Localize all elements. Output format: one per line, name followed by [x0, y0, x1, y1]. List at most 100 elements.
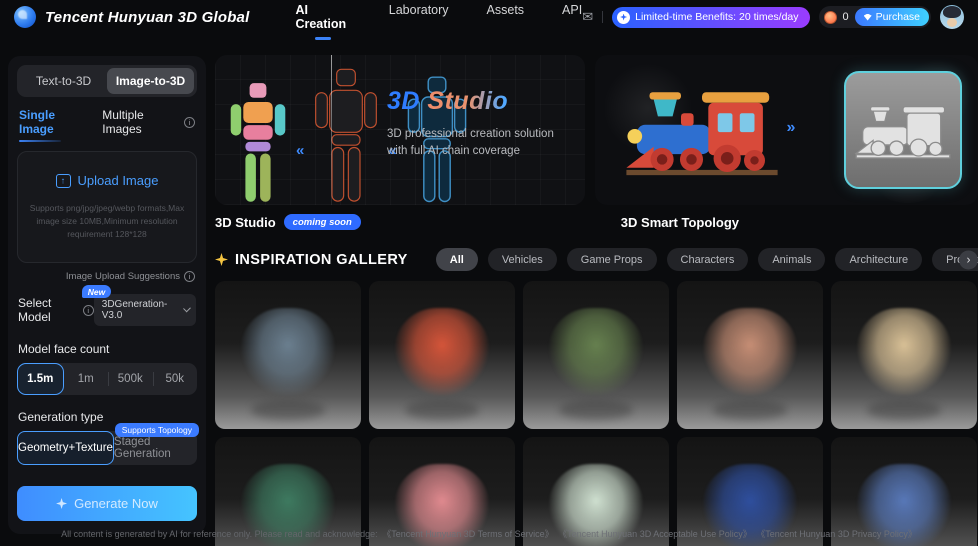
tab-multiple-images[interactable]: Multiple Images i	[102, 108, 195, 142]
supports-topology-badge: Supports Topology	[115, 423, 199, 437]
filter-animals[interactable]: Animals	[758, 248, 825, 271]
chevron-down-icon	[183, 305, 191, 313]
mail-icon[interactable]: ✉	[582, 9, 593, 25]
filter-vehicles[interactable]: Vehicles	[488, 248, 557, 271]
filter-characters[interactable]: Characters	[667, 248, 749, 271]
upload-hint: Supports png/jpg/jpeg/webp formats,Max i…	[26, 202, 188, 240]
select-model-label: Select Model i	[18, 296, 94, 324]
studio-banner-text: 3D Studio 3D professional creation solut…	[387, 87, 567, 159]
info-icon: i	[184, 271, 195, 282]
main-content: « «	[215, 55, 978, 546]
face-count-500k[interactable]: 500k	[108, 363, 153, 395]
divider	[331, 55, 332, 205]
upload-icon	[56, 174, 71, 188]
generation-type-selector: Supports Topology Geometry+Texture Stage…	[17, 431, 197, 465]
new-badge: New	[82, 285, 111, 298]
model-thumbnail	[857, 308, 950, 397]
gallery-card-steampunk-whale-submarine[interactable]	[215, 281, 361, 429]
nav-ai-creation[interactable]: AI Creation	[295, 0, 350, 40]
nav-api[interactable]: API	[562, 0, 582, 40]
arrow-left-icon: «	[295, 142, 305, 205]
limited-benefits-badge[interactable]: Limited-time Benefits: 20 times/day	[612, 7, 809, 28]
colorful-train-image	[617, 67, 787, 193]
coin-balance: 0 Purchase	[819, 6, 931, 28]
model-thumbnail	[395, 308, 488, 397]
upload-label: Upload Image	[78, 173, 159, 188]
image-mode-tabs: Single Image Multiple Images i	[19, 108, 195, 142]
arrow-right-icon: »	[787, 119, 796, 137]
gallery-grid	[215, 281, 978, 546]
user-avatar[interactable]	[940, 5, 964, 29]
robot-parts-figure	[225, 81, 291, 205]
banner-smart-topology[interactable]: »	[595, 55, 978, 205]
app-title: Tencent Hunyuan 3D Global	[45, 9, 249, 26]
filter-game-props[interactable]: Game Props	[567, 248, 657, 271]
tab-text-to-3d[interactable]: Text-to-3D	[20, 68, 107, 94]
face-count-1.5m[interactable]: 1.5m	[17, 363, 64, 395]
topology-label-row: 3D Smart Topology	[621, 214, 739, 230]
studio-banner-title: 3D Studio	[387, 87, 567, 116]
upload-cta[interactable]: Upload Image	[56, 173, 159, 188]
upload-dropzone[interactable]: Upload Image Supports png/jpg/jpeg/webp …	[17, 151, 197, 263]
gallery-filters: All Vehicles Game Props Characters Anima…	[436, 248, 978, 271]
creation-sidebar: Text-to-3D Image-to-3D Single Image Mult…	[8, 56, 206, 534]
coin-count: 0	[843, 11, 849, 23]
legal-footer: All content is generated by AI for refer…	[0, 527, 978, 540]
nav-laboratory[interactable]: Laboratory	[389, 0, 449, 40]
face-count-1m[interactable]: 1m	[64, 363, 109, 395]
face-count-selector: 1.5m 1m 500k 50k	[17, 363, 197, 395]
benefit-gem-icon	[617, 11, 630, 24]
promo-banners: « «	[215, 55, 978, 205]
wireframe-train-frame	[844, 71, 962, 189]
gallery-card-lava-battle-axe[interactable]	[369, 281, 515, 429]
type-geometry-texture[interactable]: Geometry+Texture	[17, 431, 114, 465]
banner-3d-studio[interactable]: « «	[215, 55, 585, 205]
tab-image-to-3d[interactable]: Image-to-3D	[107, 68, 194, 94]
top-bar: Tencent Hunyuan 3D Global AI Creation La…	[0, 0, 978, 34]
gallery-header: INSPIRATION GALLERY All Vehicles Game Pr…	[215, 248, 978, 271]
model-thumbnail	[241, 308, 334, 397]
model-value: 3DGeneration-V3.0	[102, 299, 178, 321]
coming-soon-badge: coming soon	[284, 214, 361, 230]
sparkle-icon	[56, 498, 67, 509]
nav-assets[interactable]: Assets	[487, 0, 525, 40]
mode-switcher: Text-to-3D Image-to-3D	[17, 65, 197, 97]
gallery-title: INSPIRATION GALLERY	[215, 252, 408, 268]
gallery-card-copper-mech-dragon[interactable]	[677, 281, 823, 429]
gallery-card-green-mech-robot[interactable]	[523, 281, 669, 429]
footer-notice: All content is generated by AI for refer…	[61, 529, 378, 539]
robot-dark-figure	[309, 67, 383, 205]
generation-type-label: Generation type	[18, 410, 196, 424]
generate-now-button[interactable]: Generate Now	[17, 486, 197, 521]
studio-banner-subtitle: 3D professional creation solution with f…	[387, 126, 567, 159]
topology-label: 3D Smart Topology	[621, 215, 739, 230]
purchase-button[interactable]: Purchase	[855, 8, 929, 26]
tab-single-image[interactable]: Single Image	[19, 108, 88, 142]
studio-label: 3D Studio	[215, 215, 276, 230]
upload-suggestions-link[interactable]: Image Upload Suggestions i	[19, 271, 195, 282]
benefits-label: Limited-time Benefits: 20 times/day	[635, 11, 798, 23]
filter-architecture[interactable]: Architecture	[835, 248, 922, 271]
privacy-policy-link[interactable]: 《Tencent Hunyuan 3D Privacy Policy》	[756, 529, 917, 539]
app-window: Tencent Hunyuan 3D Global AI Creation La…	[0, 0, 978, 546]
purchase-label: Purchase	[876, 11, 920, 23]
sparkles-icon	[215, 253, 228, 266]
model-dropdown[interactable]: New 3DGeneration-V3.0	[94, 294, 196, 326]
main-nav: AI Creation Laboratory Assets API	[295, 0, 582, 40]
divider	[602, 11, 603, 23]
hunyuan-logo-icon[interactable]	[14, 6, 36, 28]
generate-label: Generate Now	[74, 496, 158, 511]
wireframe-train-image	[851, 88, 955, 172]
info-icon[interactable]: i	[83, 305, 94, 316]
header-right: ✉ Limited-time Benefits: 20 times/day 0 …	[582, 5, 964, 29]
face-count-50k[interactable]: 50k	[153, 363, 198, 395]
model-select-row: Select Model i New 3DGeneration-V3.0	[18, 294, 196, 326]
terms-of-service-link[interactable]: 《Tencent Hunyuan 3D Terms of Service》	[382, 529, 553, 539]
model-thumbnail	[703, 308, 796, 397]
filters-scroll-right-button[interactable]: ›	[959, 250, 978, 269]
acceptable-use-policy-link[interactable]: 《Tencent Hunyuan 3D Acceptable Use Polic…	[558, 529, 752, 539]
gallery-card-robot-crab[interactable]	[831, 281, 977, 429]
coin-icon	[824, 11, 837, 24]
info-icon[interactable]: i	[184, 117, 195, 128]
filter-all[interactable]: All	[436, 248, 478, 271]
